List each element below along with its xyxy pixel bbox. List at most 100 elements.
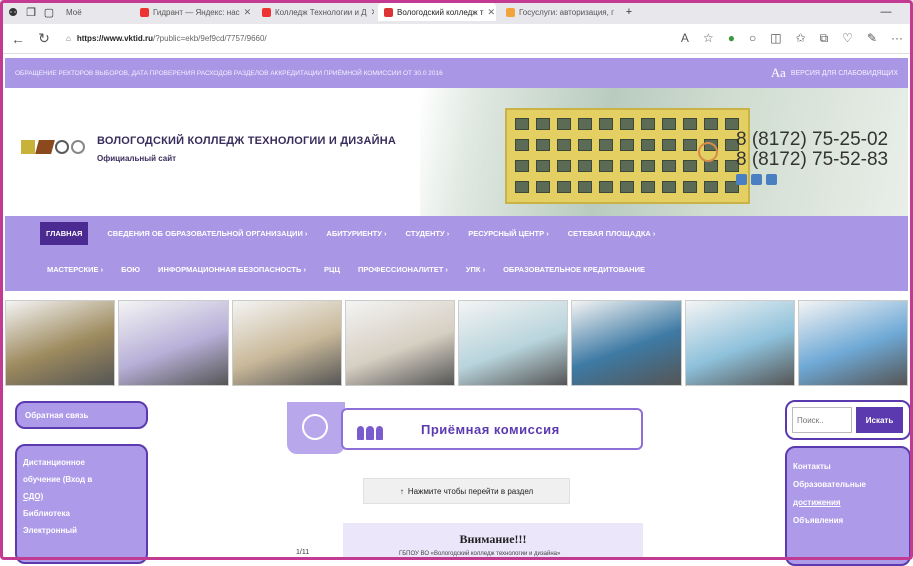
font-size-icon: Аа [771, 65, 786, 81]
right-menu-item[interactable]: Контакты [793, 458, 903, 476]
browser-tab-active[interactable]: Вологодский колледж т ✕ [378, 3, 496, 21]
tab-actions-icon[interactable]: ▢ [42, 6, 56, 18]
phone-icon [698, 142, 718, 162]
url-field[interactable]: ⌂ https://www.vktid.ru/?public=ekb/9ef9c… [62, 29, 502, 49]
browser-essentials-icon[interactable]: ♡ [842, 31, 853, 46]
gallery-photo[interactable] [571, 300, 681, 386]
telegram-icon[interactable] [766, 174, 777, 185]
left-menu-item[interactable]: Электронный [23, 522, 140, 539]
menu-item-workshops[interactable]: МАСТЕРСКИЕ › [47, 265, 103, 274]
building-window [683, 139, 697, 151]
menu-item-applicants[interactable]: АБИТУРИЕНТУ › [326, 229, 386, 238]
menu-item-org-info[interactable]: СВЕДЕНИЯ ОБ ОБРАЗОВАТЕЛЬНОЙ ОРГАНИЗАЦИИ … [107, 229, 307, 238]
menu-item-boyu[interactable]: БОЮ [121, 265, 140, 274]
minimize-icon[interactable]: — [879, 6, 893, 18]
menu-item-upk[interactable]: УПК › [466, 265, 485, 274]
reload-icon[interactable]: ↻ [36, 30, 52, 47]
gallery-photo[interactable] [685, 300, 795, 386]
browser-tab[interactable]: Гидрант — Яндекс: нас ✕ [134, 3, 252, 21]
copilot-icon[interactable]: ✎ [867, 31, 877, 46]
right-menu-item[interactable]: достижения [793, 494, 903, 512]
circle-extension-icon[interactable]: ○ [749, 31, 756, 46]
right-sidebar-menu: Контакты Образовательные достижения Объя… [785, 446, 911, 566]
close-tab-icon[interactable]: ✕ [371, 7, 374, 18]
more-icon[interactable]: ··· [891, 31, 903, 46]
left-menu-item[interactable]: Дистанционное [23, 454, 140, 471]
profile-icon[interactable]: ⚉ [6, 6, 20, 18]
favorites-icon[interactable]: ✩ [796, 31, 806, 46]
phone-numbers: 8 (8172) 75-25-02 8 (8172) 75-52-83 [736, 130, 888, 170]
building-window [662, 118, 676, 130]
search-input[interactable] [792, 407, 852, 433]
go-to-section-button[interactable]: ↑ Нажмите чтобы перейти в раздел [363, 478, 570, 504]
building-window [599, 139, 613, 151]
notice-heading: Внимание!!! [343, 532, 643, 547]
left-menu-item[interactable]: СДО) [23, 488, 140, 505]
building-window [683, 181, 697, 193]
gallery-photo[interactable] [345, 300, 455, 386]
gallery-photo[interactable] [798, 300, 908, 386]
people-group-icon [357, 418, 383, 440]
admission-banner[interactable]: Приёмная комиссия [287, 402, 643, 454]
left-menu-item[interactable]: обучение (Вход в [23, 471, 140, 488]
announcement-text[interactable]: ОБРАЩЕНИЕ РЕКТОРОВ ВЫБОРОВ, ДАТА ПРОВЕРЕ… [15, 70, 443, 77]
menu-item-info-security[interactable]: ИНФОРМАЦИОННАЯ БЕЗОПАСНОСТЬ › [158, 265, 306, 274]
close-tab-icon[interactable]: ✕ [488, 7, 496, 18]
split-screen-icon[interactable]: ◫ [770, 31, 781, 46]
building-window [620, 181, 634, 193]
gallery-photo[interactable] [118, 300, 228, 386]
right-menu-item[interactable]: Образовательные [793, 476, 903, 494]
logo-mark-circle [55, 140, 69, 154]
gallery-photo[interactable] [458, 300, 568, 386]
gallery-photo[interactable] [232, 300, 342, 386]
menu-item-home[interactable]: ГЛАВНАЯ [40, 222, 88, 245]
phone-1[interactable]: 8 (8172) 75-25-02 [736, 130, 888, 150]
site-title[interactable]: ВОЛОГОДСКИЙ КОЛЛЕДЖ ТЕХНОЛОГИИ И ДИЗАЙНА [97, 135, 396, 147]
low-vision-link[interactable]: Аа ВЕРСИЯ ДЛЯ СЛАБОВИДЯЩИХ [771, 65, 898, 81]
notice-block: Внимание!!! ГБПОУ ВО «Вологодский коллед… [343, 523, 643, 560]
browser-tab[interactable]: Колледж Технологии и Д ✕ [256, 3, 374, 21]
extension-icon[interactable]: ● [728, 31, 735, 46]
building-window [620, 118, 634, 130]
building-window [536, 118, 550, 130]
new-tab-icon[interactable]: + [622, 6, 636, 18]
feedback-label: Обратная связь [25, 411, 88, 420]
search-button[interactable]: Искать [856, 407, 903, 433]
search-box: Искать [785, 400, 911, 440]
building-window [641, 181, 655, 193]
menu-item-edu-credit[interactable]: ОБРАЗОВАТЕЛЬНОЕ КРЕДИТОВАНИЕ [503, 265, 645, 274]
social-links [736, 174, 777, 185]
menu-item-professionalitet[interactable]: ПРОФЕССИОНАЛИТЕТ › [358, 265, 448, 274]
close-tab-icon[interactable]: ✕ [244, 7, 252, 18]
feedback-button[interactable]: Обратная связь [15, 401, 148, 429]
menu-item-network-platform[interactable]: СЕТЕВАЯ ПЛОЩАДКА › [568, 229, 656, 238]
building-window [515, 181, 529, 193]
notice-text: ГБПОУ ВО «Вологодский колледж технологии… [399, 551, 560, 557]
logo-mark-yellow [21, 140, 35, 154]
workspaces-icon[interactable]: ❐ [24, 6, 38, 18]
menu-item-students[interactable]: СТУДЕНТУ › [406, 229, 450, 238]
gosuslugi-favicon-icon [506, 8, 515, 17]
back-arrow-icon[interactable]: ← [10, 31, 26, 47]
building-window [515, 160, 529, 172]
browser-tab[interactable]: Моё [60, 3, 130, 21]
college-logo[interactable] [21, 140, 85, 154]
admission-icon-tab [287, 402, 345, 454]
menu-item-resource-center[interactable]: РЕСУРСНЫЙ ЦЕНТР › [468, 229, 549, 238]
gallery-photo[interactable] [5, 300, 115, 386]
collections-icon[interactable]: ⧉ [820, 31, 829, 46]
phone-dial-icon [302, 414, 328, 440]
browser-tab[interactable]: Госуслуги: авторизация, г ✕ [500, 3, 618, 21]
left-menu-item[interactable]: Библиотека [23, 505, 140, 522]
menu-item-rcc[interactable]: РЦЦ [324, 265, 340, 274]
building-window [662, 181, 676, 193]
building-window [641, 139, 655, 151]
phone-2[interactable]: 8 (8172) 75-52-83 [736, 150, 888, 170]
menu-row-1: ГЛАВНАЯ СВЕДЕНИЯ ОБ ОБРАЗОВАТЕЛЬНОЙ ОРГА… [5, 220, 908, 246]
right-menu-item[interactable]: Объявления [793, 512, 903, 530]
read-aloud-icon[interactable]: A [681, 31, 689, 46]
ok-icon[interactable] [751, 174, 762, 185]
vk-icon[interactable] [736, 174, 747, 185]
favorite-star-icon[interactable]: ☆ [703, 31, 714, 46]
building-window [704, 181, 718, 193]
